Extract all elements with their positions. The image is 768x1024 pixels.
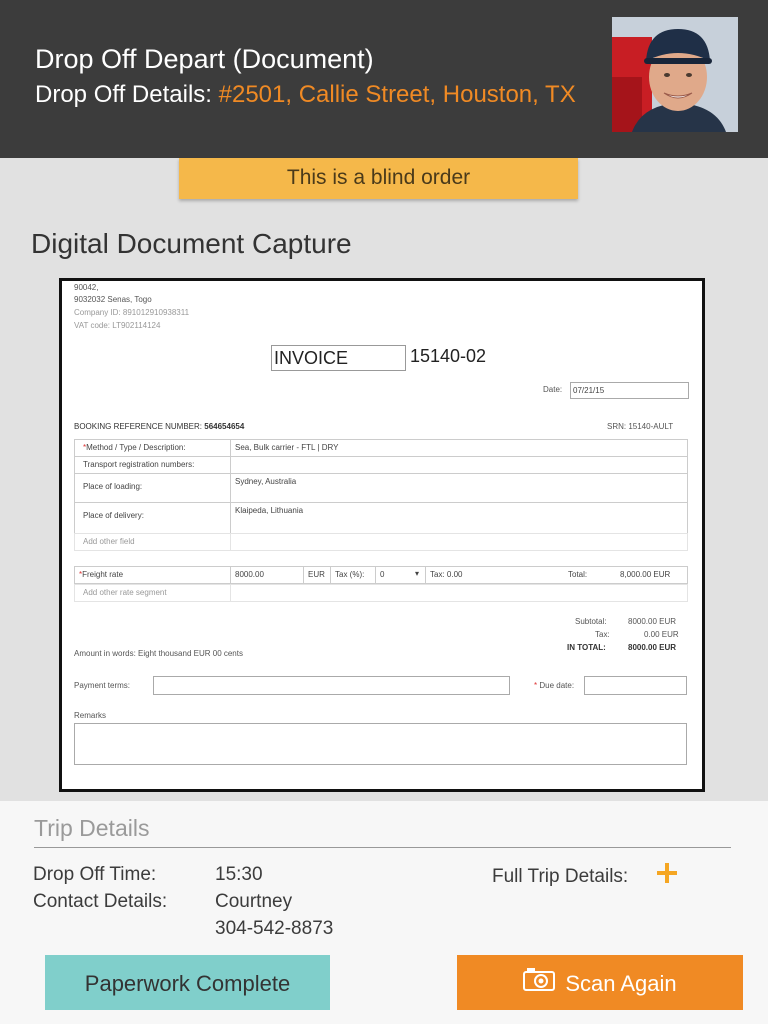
plus-icon[interactable] xyxy=(655,861,679,885)
tax-amount: Tax: 0.00 xyxy=(430,570,463,579)
sender-line-4: VAT code: LT902114124 xyxy=(74,321,161,330)
totals-tax-label: Tax: xyxy=(595,630,610,639)
date-value: 07/21/15 xyxy=(570,382,689,399)
drop-off-details: Drop Off Details: #2501, Callie Street, … xyxy=(35,81,576,109)
srn: SRN: 15140-AULT xyxy=(607,422,674,431)
scan-again-label: Scan Again xyxy=(565,971,677,996)
invoice-label: INVOICE xyxy=(271,345,406,371)
booking-label: BOOKING REFERENCE NUMBER: xyxy=(74,422,203,431)
row-label: Transport registration numbers: xyxy=(83,460,195,469)
add-segment-label: Add other rate segment xyxy=(83,588,167,597)
table-row: Place of loading: Sydney, Australia xyxy=(74,473,688,503)
tax-value: 0 xyxy=(380,570,385,579)
table-row: *Method / Type / Description: Sea, Bulk … xyxy=(74,439,688,457)
in-total-label: IN TOTAL: xyxy=(567,643,606,652)
freight-amount: 8000.00 xyxy=(235,570,264,579)
total-label: Total: xyxy=(568,570,588,579)
invoice-document: 90042, 9032032 Senas, Togo Company ID: 8… xyxy=(62,281,702,789)
capture-title: Digital Document Capture xyxy=(31,228,352,259)
row-value: Sea, Bulk carrier - FTL | DRY xyxy=(235,443,339,452)
add-segment-row: Add other rate segment xyxy=(74,584,688,602)
row-value: Klaipeda, Lithuania xyxy=(235,506,304,515)
page-title: Drop Off Depart (Document) xyxy=(35,44,374,74)
header: Drop Off Depart (Document) Drop Off Deta… xyxy=(0,0,768,158)
contact-phone[interactable]: 304-542-8873 xyxy=(215,918,333,940)
payment-terms-field xyxy=(153,676,510,695)
remarks-label: Remarks xyxy=(74,711,107,720)
full-trip-details-label: Full Trip Details: xyxy=(492,866,629,887)
contact-details-label: Contact Details: xyxy=(33,891,168,912)
contact-name: Courtney xyxy=(215,891,293,912)
subtotal-value: 8000.00 EUR xyxy=(628,617,677,626)
drop-off-details-label: Drop Off Details: xyxy=(35,81,212,108)
table-row: Add other field xyxy=(74,533,688,551)
required-mark: * xyxy=(534,681,538,690)
totals-tax-value: 0.00 EUR xyxy=(644,630,679,639)
scan-again-button[interactable]: Scan Again xyxy=(457,955,743,1010)
divider xyxy=(34,847,731,848)
row-label: Method / Type / Description: xyxy=(86,443,186,452)
captured-document[interactable]: 90042, 9032032 Senas, Togo Company ID: 8… xyxy=(59,278,705,792)
freight-currency: EUR xyxy=(308,570,325,579)
blind-order-banner: This is a blind order xyxy=(179,158,578,199)
booking-value: 564654654 xyxy=(204,422,245,431)
remarks-field xyxy=(74,723,687,765)
sender-line-2: 9032032 Senas, Togo xyxy=(74,295,152,304)
chevron-down-icon: ▾ xyxy=(415,569,420,578)
table-row: Place of delivery: Klaipeda, Lithuania xyxy=(74,502,688,534)
row-label: Add other field xyxy=(83,537,135,546)
row-value: Sydney, Australia xyxy=(235,477,297,486)
due-date-field xyxy=(584,676,687,695)
invoice-number: 15140-02 xyxy=(410,346,487,366)
freight-label: Freight rate xyxy=(82,570,124,579)
driver-avatar xyxy=(612,17,738,132)
in-total-value: 8000.00 EUR xyxy=(628,643,677,652)
paperwork-complete-button[interactable]: Paperwork Complete xyxy=(45,955,330,1010)
sender-line-3: Company ID: 891012910938311 xyxy=(74,308,190,317)
tax-label: Tax (%): xyxy=(335,570,365,579)
row-label: Place of loading: xyxy=(83,482,143,491)
row-label: Place of delivery: xyxy=(83,511,144,520)
sender-line-1: 90042, xyxy=(74,283,99,292)
trip-details-title: Trip Details xyxy=(34,815,150,841)
due-date-label: Due date: xyxy=(539,681,575,690)
drop-off-address: #2501, Callie Street, Houston, TX xyxy=(218,81,576,108)
camera-icon xyxy=(523,956,556,1011)
drop-off-time-value: 15:30 xyxy=(215,864,263,885)
paperwork-complete-label: Paperwork Complete xyxy=(84,971,291,996)
date-label: Date: xyxy=(543,385,563,394)
amount-in-words: Amount in words: Eight thousand EUR 00 c… xyxy=(74,649,243,658)
subtotal-label: Subtotal: xyxy=(575,617,607,626)
payment-terms-label: Payment terms: xyxy=(74,681,131,690)
table-row: Transport registration numbers: xyxy=(74,456,688,474)
booking-reference: BOOKING REFERENCE NUMBER: 564654654 xyxy=(74,422,244,431)
drop-off-time-label: Drop Off Time: xyxy=(33,864,157,885)
total-value: 8,000.00 EUR xyxy=(620,570,671,579)
freight-row: *Freight rate 8000.00 EUR Tax (%): 0 ▾ T… xyxy=(74,566,688,584)
